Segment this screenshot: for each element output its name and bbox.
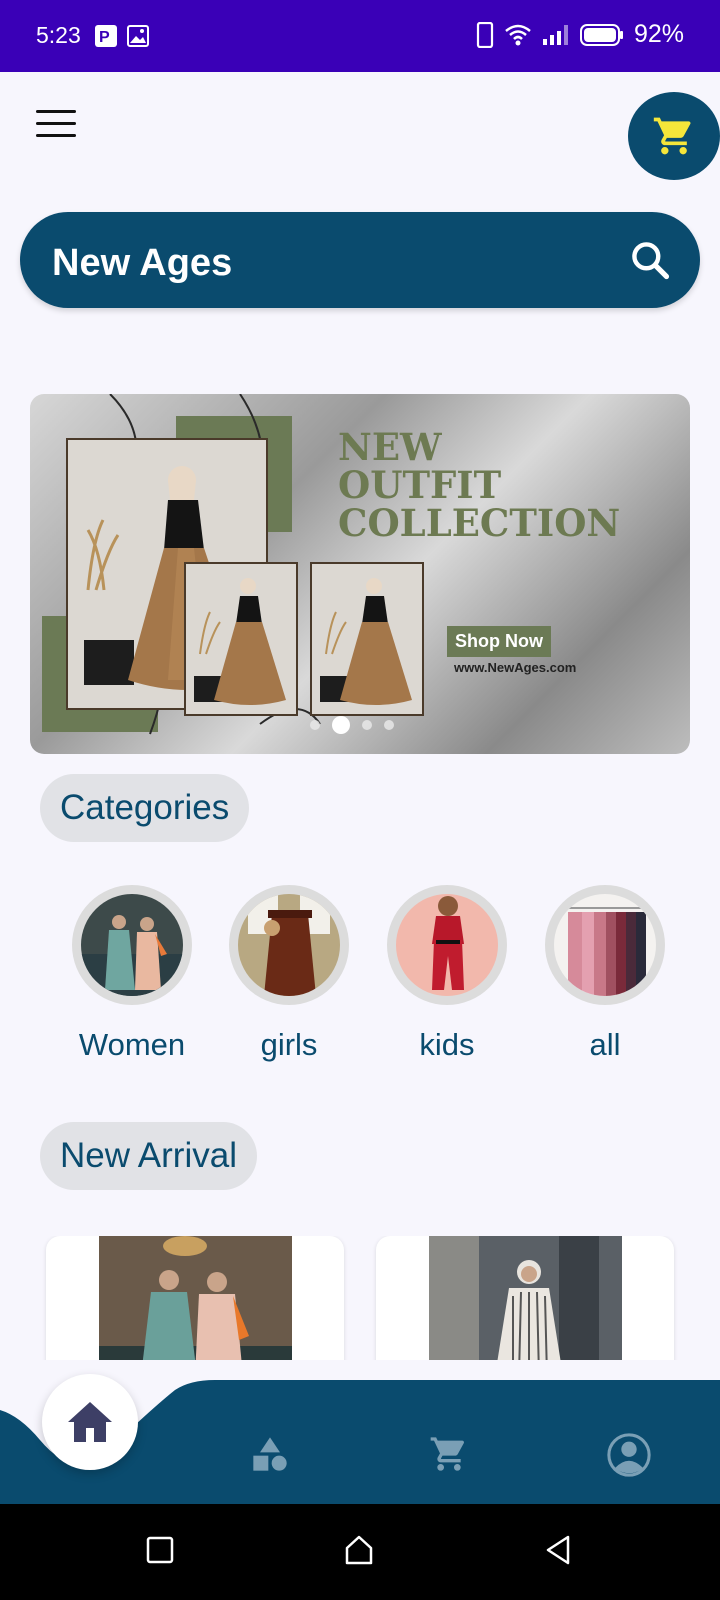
nav-home-button[interactable] [42, 1374, 138, 1470]
category-label: Women [78, 1027, 186, 1062]
categories-heading: Categories [40, 774, 250, 842]
banner-model-photo-small [310, 562, 424, 716]
categories-list: Women girls kids all [0, 885, 720, 1065]
carousel-dot[interactable] [362, 720, 372, 730]
banner-heading-line: COLLECTION [338, 501, 621, 545]
category-kids[interactable]: kids [372, 885, 522, 1063]
category-label: kids [419, 1027, 475, 1062]
category-image-frame [72, 885, 192, 1005]
category-women[interactable]: Women [57, 885, 207, 1063]
category-image-frame [229, 885, 349, 1005]
system-navigation-bar [0, 1504, 720, 1600]
category-image [396, 894, 498, 996]
category-image [238, 894, 340, 996]
banner-model-photo-small [184, 562, 298, 716]
signal-icon [542, 24, 568, 45]
store-title: New Ages [52, 242, 233, 284]
status-time: 5:23 [36, 22, 81, 48]
phone-icon [476, 21, 494, 48]
banner-url: www.NewAges.com [454, 660, 577, 675]
product-image [429, 1236, 622, 1360]
carousel-dot-active[interactable] [332, 716, 350, 734]
nav-cart-button[interactable] [428, 1434, 470, 1479]
p-app-icon: P [95, 25, 117, 47]
category-girls[interactable]: girls [214, 885, 364, 1063]
product-image [99, 1236, 292, 1360]
category-image [81, 894, 183, 996]
battery-percentage: 92% [633, 20, 684, 48]
back-icon[interactable] [544, 1534, 572, 1566]
image-icon [127, 25, 149, 47]
search-bar[interactable]: New Ages [20, 212, 700, 308]
profile-icon [607, 1433, 651, 1477]
nav-categories-button[interactable] [250, 1434, 290, 1479]
hamburger-menu-icon[interactable] [36, 110, 76, 142]
home-system-icon[interactable] [344, 1534, 374, 1566]
banner-heading-line: NEW [338, 425, 442, 469]
carousel-dot[interactable] [310, 720, 320, 730]
category-image-frame [387, 885, 507, 1005]
category-label: girls [260, 1027, 318, 1062]
product-card[interactable] [46, 1236, 344, 1360]
top-app-bar [0, 72, 720, 192]
home-icon [68, 1402, 112, 1442]
status-system-icons: 92% [476, 20, 684, 49]
category-label: all [589, 1027, 621, 1062]
cart-button[interactable] [628, 92, 720, 180]
carousel-indicator [310, 716, 394, 734]
shop-now-button[interactable]: Shop Now [447, 626, 551, 657]
category-image-frame [545, 885, 665, 1005]
cart-icon [430, 1437, 465, 1471]
new-arrival-heading: New Arrival [40, 1122, 257, 1190]
shapes-icon [253, 1437, 287, 1471]
banner-heading: NEW OUTFIT COLLECTION [338, 428, 620, 542]
recent-apps-icon[interactable] [146, 1536, 174, 1564]
wifi-icon [505, 24, 531, 45]
banner-heading-line: OUTFIT [338, 463, 502, 507]
status-bar: 5:23 P 92% [0, 0, 720, 72]
status-notification-icons: P [94, 24, 150, 48]
category-all[interactable]: all [530, 885, 680, 1063]
new-arrival-list [0, 1236, 720, 1360]
nav-profile-button[interactable] [606, 1432, 652, 1483]
category-image [554, 894, 656, 996]
product-card[interactable] [376, 1236, 674, 1360]
battery-icon [579, 23, 623, 46]
cart-icon [653, 117, 691, 155]
promo-banner-carousel[interactable]: NEW OUTFIT COLLECTION Shop Now www.NewAg… [30, 394, 690, 754]
svg-text:P: P [99, 29, 110, 46]
carousel-dot[interactable] [384, 720, 394, 730]
search-icon[interactable] [628, 238, 672, 282]
